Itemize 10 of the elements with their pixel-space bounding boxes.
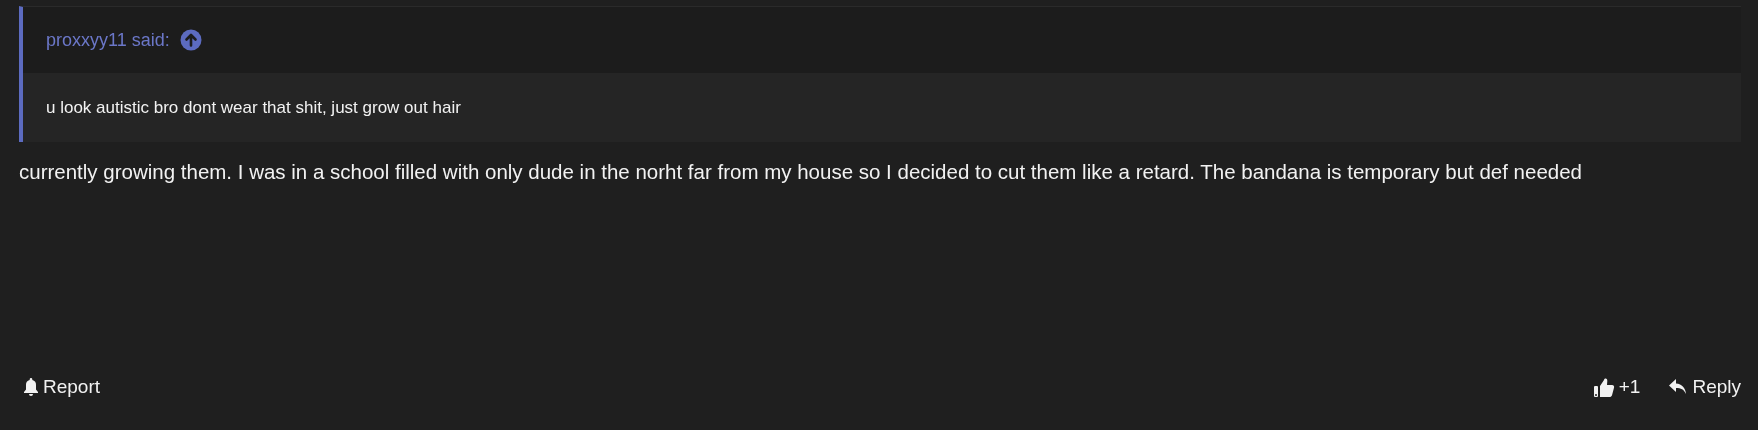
reply-button[interactable]: Reply (1668, 376, 1741, 398)
bell-icon (23, 377, 39, 397)
quote-author[interactable]: proxxyy11 said: (46, 29, 170, 51)
arrow-up-circle-icon[interactable] (179, 29, 202, 51)
report-button[interactable]: Report (23, 376, 101, 398)
like-button[interactable]: +1 (1592, 376, 1641, 398)
post-message: currently growing them. I was in a school filled with only dude in the norht far from my house so I decided to cut them like a retard. The bandana is temporary but def needed (19, 159, 1584, 185)
quote-text: u look autistic bro dont wear that shit, just grow out hair (46, 97, 461, 118)
thumbs-up-icon (1592, 376, 1615, 398)
reply-arrow-icon (1668, 378, 1689, 396)
